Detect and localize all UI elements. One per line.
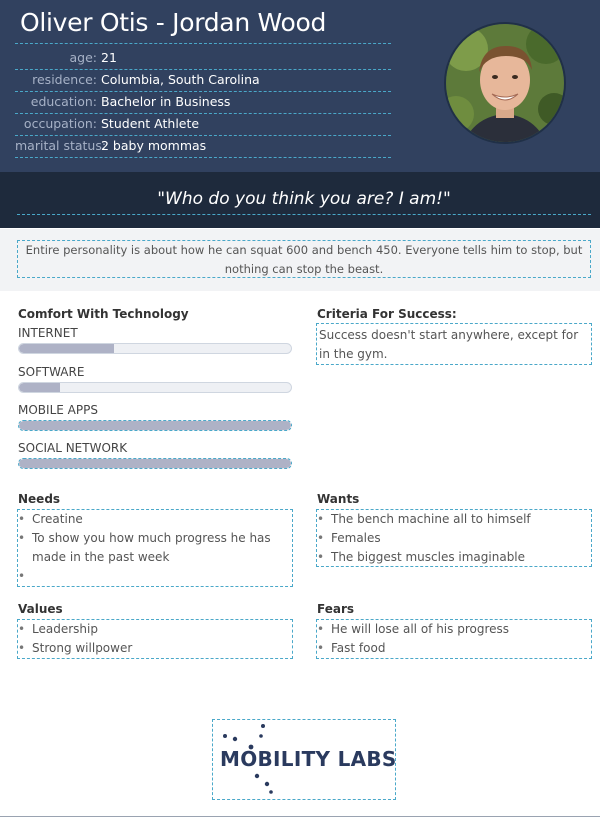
- field-residence: residence: Columbia, South Carolina: [15, 69, 391, 92]
- persona-header: Oliver Otis - Jordan Wood age: 21 reside…: [0, 0, 600, 172]
- fears-item: Fast food: [317, 639, 591, 658]
- values-list: Leadership Strong willpower: [18, 620, 292, 658]
- wants-item: Females: [317, 529, 591, 548]
- tech-label-social-network: SOCIAL NETWORK: [18, 441, 128, 455]
- mobile-apps-bar: [18, 420, 292, 431]
- logo-text: MOBILITY LABS: [220, 747, 397, 771]
- wants-list: The bench machine all to himself Females…: [317, 510, 591, 567]
- page-bottom-border: [0, 816, 600, 817]
- name-divider: [15, 43, 391, 44]
- field-age: age: 21: [15, 47, 391, 70]
- field-education: education: Bachelor in Business: [15, 91, 391, 114]
- internet-bar: [18, 343, 292, 354]
- persona-quote: "Who do you think you are? I am!": [17, 186, 591, 215]
- field-label: marital status:: [15, 138, 107, 153]
- needs-box: Creatine To show you how much progress h…: [17, 509, 293, 587]
- wants-item: The bench machine all to himself: [317, 510, 591, 529]
- field-occupation: occupation: Student Athlete: [15, 113, 391, 136]
- needs-list: Creatine To show you how much progress h…: [18, 510, 292, 586]
- needs-item: To show you how much progress he has mad…: [18, 529, 292, 567]
- field-value: Columbia, South Carolina: [101, 72, 260, 87]
- fears-list: He will lose all of his progress Fast fo…: [317, 620, 591, 658]
- persona-name: Oliver Otis - Jordan Wood: [20, 8, 327, 37]
- internet-bar-fill: [19, 344, 115, 353]
- fears-title: Fears: [317, 602, 355, 616]
- field-value: Bachelor in Business: [101, 94, 231, 109]
- field-label: age:: [69, 50, 98, 65]
- software-bar: [18, 382, 292, 393]
- quote-band: "Who do you think you are? I am!": [0, 172, 600, 228]
- field-label: occupation:: [23, 116, 97, 131]
- values-item: Strong willpower: [18, 639, 292, 658]
- mobility-labs-logo: MOBILITY LABS: [212, 719, 396, 800]
- field-marital-status: marital status: 2 baby mommas: [15, 135, 391, 158]
- field-label: education:: [30, 94, 97, 109]
- needs-title: Needs: [18, 492, 61, 506]
- fears-box: He will lose all of his progress Fast fo…: [316, 619, 592, 659]
- wants-box: The bench machine all to himself Females…: [316, 509, 592, 567]
- values-item: Leadership: [18, 620, 292, 639]
- field-label: residence:: [32, 72, 97, 87]
- bio-strip: Entire personality is about how he can s…: [0, 229, 600, 291]
- field-value: 2 baby mommas: [101, 138, 207, 153]
- tech-label-internet: INTERNET: [18, 326, 78, 340]
- mobile-apps-bar-fill: [19, 421, 291, 430]
- tech-label-mobile-apps: MOBILE APPS: [18, 403, 98, 417]
- avatar: [444, 22, 566, 144]
- criteria-text: Success doesn't start anywhere, except f…: [316, 323, 592, 365]
- criteria-title: Criteria For Success:: [317, 307, 457, 321]
- wants-item: The biggest muscles imaginable: [317, 548, 591, 567]
- values-box: Leadership Strong willpower: [17, 619, 293, 659]
- social-network-bar: [18, 458, 292, 469]
- fears-item: He will lose all of his progress: [317, 620, 591, 639]
- field-value: Student Athlete: [101, 116, 200, 131]
- needs-item: Creatine: [18, 510, 292, 529]
- tech-label-software: SOFTWARE: [18, 365, 85, 379]
- field-value: 21: [101, 50, 117, 65]
- software-bar-fill: [19, 383, 60, 392]
- values-title: Values: [18, 602, 63, 616]
- persona-bio: Entire personality is about how he can s…: [17, 240, 591, 278]
- social-network-bar-fill: [19, 459, 291, 468]
- comfort-title: Comfort With Technology: [18, 307, 189, 321]
- wants-title: Wants: [317, 492, 360, 506]
